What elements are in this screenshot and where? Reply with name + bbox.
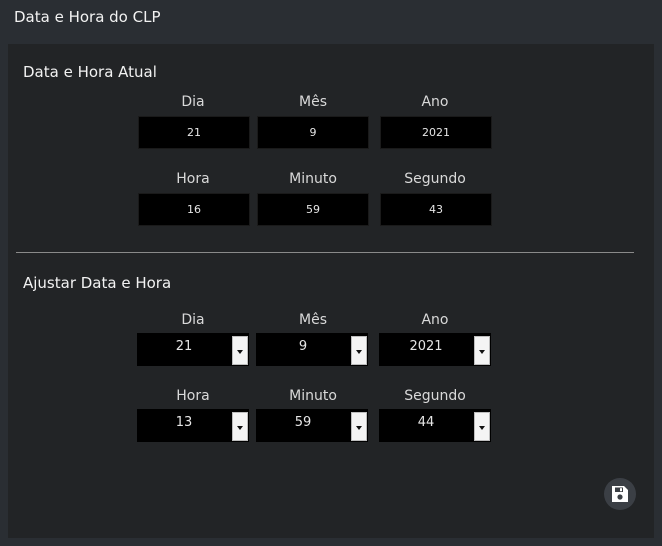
adjust-year-select[interactable]: 2021 <box>379 333 491 366</box>
adjust-second-value: 44 <box>417 415 435 430</box>
section-divider <box>16 252 634 253</box>
adjust-second-select[interactable]: 44 <box>379 409 491 442</box>
chevron-down-icon[interactable] <box>351 336 367 365</box>
save-button[interactable] <box>604 478 636 510</box>
current-day-value: 21 <box>138 116 250 149</box>
chevron-down-icon[interactable] <box>474 336 490 365</box>
current-section-title: Data e Hora Atual <box>23 63 157 81</box>
current-hour-value: 16 <box>138 193 250 226</box>
adjust-year-value: 2021 <box>409 339 443 354</box>
adjust-minute-label: Minuto <box>289 388 337 404</box>
adjust-month-select[interactable]: 9 <box>256 333 368 366</box>
current-minute-value: 59 <box>257 193 369 226</box>
adjust-minute-select[interactable]: 59 <box>256 409 368 442</box>
adjust-year-label: Ano <box>421 312 449 328</box>
adjust-month-label: Mês <box>299 312 327 328</box>
adjust-second-label: Segundo <box>404 388 466 404</box>
adjust-section-title: Ajustar Data e Hora <box>23 274 172 292</box>
save-icon <box>612 486 628 502</box>
current-minute-label: Minuto <box>289 171 337 187</box>
current-year-label: Ano <box>421 94 449 110</box>
adjust-minute-value: 59 <box>294 415 312 430</box>
chevron-down-icon[interactable] <box>232 412 248 441</box>
current-year-value: 2021 <box>380 116 492 149</box>
current-hour-label: Hora <box>176 171 210 187</box>
current-month-value: 9 <box>257 116 369 149</box>
adjust-hour-value: 13 <box>175 415 193 430</box>
chevron-down-icon[interactable] <box>474 412 490 441</box>
current-second-value: 43 <box>380 193 492 226</box>
adjust-hour-select[interactable]: 13 <box>137 409 249 442</box>
date-time-panel: Data e Hora Atual Dia Mês Ano 21 9 2021 … <box>8 44 654 538</box>
current-day-label: Dia <box>181 94 205 110</box>
current-second-label: Segundo <box>404 171 466 187</box>
window-title: Data e Hora do CLP <box>14 8 161 26</box>
adjust-day-value: 21 <box>175 339 193 354</box>
current-month-label: Mês <box>299 94 327 110</box>
chevron-down-icon[interactable] <box>351 412 367 441</box>
adjust-day-select[interactable]: 21 <box>137 333 249 366</box>
adjust-day-label: Dia <box>181 312 205 328</box>
adjust-hour-label: Hora <box>176 388 210 404</box>
chevron-down-icon[interactable] <box>232 336 248 365</box>
adjust-month-value: 9 <box>298 339 308 354</box>
